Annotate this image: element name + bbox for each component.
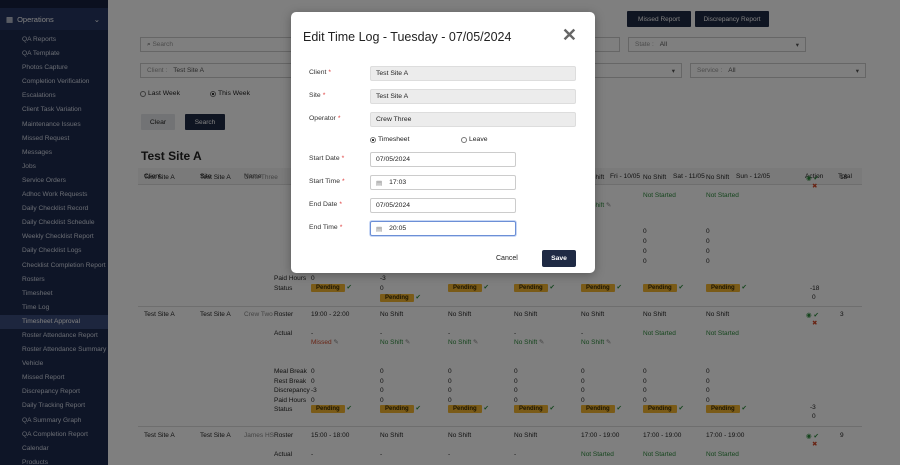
end-time-input[interactable]: ▤ 20:05 — [370, 221, 516, 236]
operator-label: Operator * — [309, 115, 341, 122]
end-date-input[interactable]: 07/05/2024 — [370, 198, 516, 213]
end-date-label: End Date * — [309, 201, 342, 208]
close-icon[interactable]: ✕ — [562, 25, 577, 46]
radio-leave[interactable]: Leave — [461, 136, 488, 143]
start-date-label: Start Date * — [309, 155, 345, 162]
start-date-input[interactable]: 07/05/2024 — [370, 152, 516, 167]
end-time-label: End Time * — [309, 224, 343, 231]
start-time-label: Start Time * — [309, 178, 345, 185]
cancel-button[interactable]: Cancel — [496, 255, 518, 262]
client-field: Test Site A — [370, 66, 576, 81]
site-field: Test Site A — [370, 89, 576, 104]
save-button[interactable]: Save — [542, 250, 576, 267]
edit-time-log-modal: Edit Time Log - Tuesday - 07/05/2024 ✕ C… — [291, 12, 595, 273]
clock-icon: ▤ — [376, 179, 383, 187]
start-time-input[interactable]: ▤ 17:03 — [370, 175, 516, 190]
radio-timesheet[interactable]: Timesheet — [370, 136, 409, 143]
clock-icon: ▤ — [376, 225, 383, 233]
client-label: Client * — [309, 69, 332, 76]
operator-field: Crew Three — [370, 112, 576, 127]
site-label: Site * — [309, 92, 326, 99]
modal-title: Edit Time Log - Tuesday - 07/05/2024 — [303, 30, 512, 44]
